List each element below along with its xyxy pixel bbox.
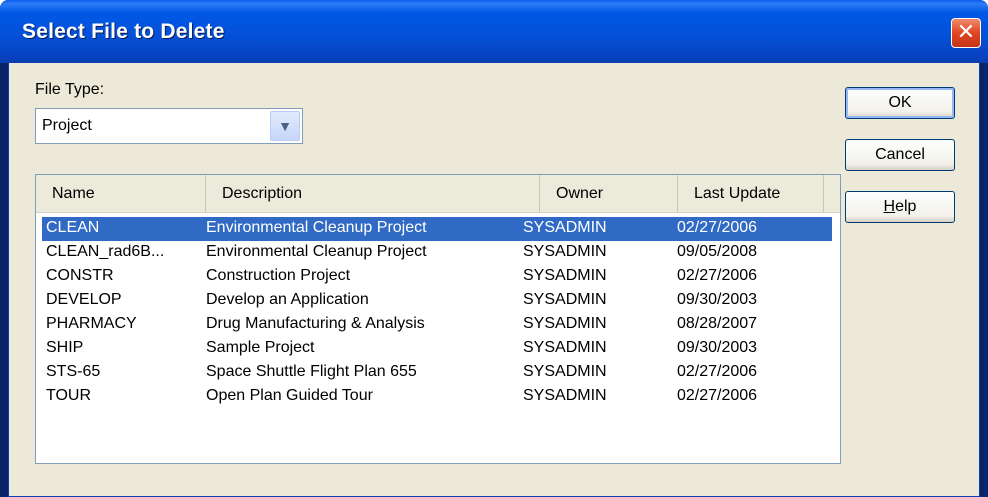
cell-description: Environmental Cleanup Project xyxy=(206,219,427,236)
table-row[interactable]: DEVELOP Develop an Application SYSADMIN … xyxy=(36,289,840,313)
cell-name: STS-65 xyxy=(46,363,101,380)
cell-last-update: 08/28/2007 xyxy=(677,315,758,332)
cell-last-update: 02/27/2006 xyxy=(677,219,758,236)
close-button[interactable]: ✕ xyxy=(951,18,981,48)
cell-name: CLEAN_rad6B... xyxy=(46,243,165,260)
cancel-button[interactable]: Cancel xyxy=(845,139,955,171)
cell-description: Drug Manufacturing & Analysis xyxy=(206,315,425,332)
cell-last-update: 09/05/2008 xyxy=(677,243,758,260)
column-header-owner[interactable]: Owner xyxy=(540,175,678,212)
cell-description: Sample Project xyxy=(206,339,315,356)
dialog-window: Select File to Delete ✕ File Type: Proje… xyxy=(0,0,988,497)
cell-description: Space Shuttle Flight Plan 655 xyxy=(206,363,417,380)
file-list[interactable]: Name Description Owner Last Update CLEAN… xyxy=(35,174,841,464)
list-header: Name Description Owner Last Update xyxy=(36,175,840,213)
file-type-value: Project xyxy=(42,117,92,134)
cell-owner: SYSADMIN xyxy=(523,339,607,356)
close-icon: ✕ xyxy=(956,20,976,45)
cell-owner: SYSADMIN xyxy=(523,243,607,260)
help-label-rest: elp xyxy=(895,198,917,215)
table-row[interactable]: CLEAN_rad6B... Environmental Cleanup Pro… xyxy=(36,241,840,265)
column-header-name[interactable]: Name xyxy=(36,175,206,212)
cell-last-update: 02/27/2006 xyxy=(677,267,758,284)
cell-name: TOUR xyxy=(46,387,92,404)
file-type-dropdown[interactable]: Project ▼ xyxy=(35,108,303,144)
table-row[interactable]: PHARMACY Drug Manufacturing & Analysis S… xyxy=(36,313,840,337)
table-row[interactable]: SHIP Sample Project SYSADMIN 09/30/2003 xyxy=(36,337,840,361)
cell-last-update: 09/30/2003 xyxy=(677,339,758,356)
table-row[interactable]: STS-65 Space Shuttle Flight Plan 655 SYS… xyxy=(36,361,840,385)
table-row[interactable]: CLEAN Environmental Cleanup Project SYSA… xyxy=(36,217,840,241)
dialog-body: File Type: Project ▼ Name Description Ow… xyxy=(8,63,981,497)
cell-name: CONSTR xyxy=(46,267,114,284)
cell-last-update: 02/27/2006 xyxy=(677,363,758,380)
column-header-last-update[interactable]: Last Update xyxy=(678,175,824,212)
title-bar[interactable]: Select File to Delete ✕ xyxy=(0,0,988,63)
cell-name: SHIP xyxy=(46,339,84,356)
cell-owner: SYSADMIN xyxy=(523,267,607,284)
file-type-label: File Type: xyxy=(35,81,105,98)
cell-owner: SYSADMIN xyxy=(523,363,607,380)
cell-description: Environmental Cleanup Project xyxy=(206,243,427,260)
chevron-down-icon[interactable]: ▼ xyxy=(270,111,300,141)
cell-owner: SYSADMIN xyxy=(523,219,607,236)
cell-name: PHARMACY xyxy=(46,315,137,332)
help-button[interactable]: Help xyxy=(845,191,955,223)
table-row[interactable]: TOUR Open Plan Guided Tour SYSADMIN 02/2… xyxy=(36,385,840,409)
cell-description: Construction Project xyxy=(206,267,351,284)
table-row[interactable]: CONSTR Construction Project SYSADMIN 02/… xyxy=(36,265,840,289)
cell-description: Develop an Application xyxy=(206,291,369,308)
cell-last-update: 02/27/2006 xyxy=(677,387,758,404)
cell-owner: SYSADMIN xyxy=(523,387,607,404)
cell-owner: SYSADMIN xyxy=(523,291,607,308)
dialog-title: Select File to Delete xyxy=(22,20,225,43)
column-header-description[interactable]: Description xyxy=(206,175,540,212)
cell-description: Open Plan Guided Tour xyxy=(206,387,373,404)
cell-name: DEVELOP xyxy=(46,291,122,308)
cell-last-update: 09/30/2003 xyxy=(677,291,758,308)
cell-name: CLEAN xyxy=(46,219,100,236)
help-mnemonic: H xyxy=(883,198,896,215)
cell-owner: SYSADMIN xyxy=(523,315,607,332)
ok-button[interactable]: OK xyxy=(845,87,955,119)
